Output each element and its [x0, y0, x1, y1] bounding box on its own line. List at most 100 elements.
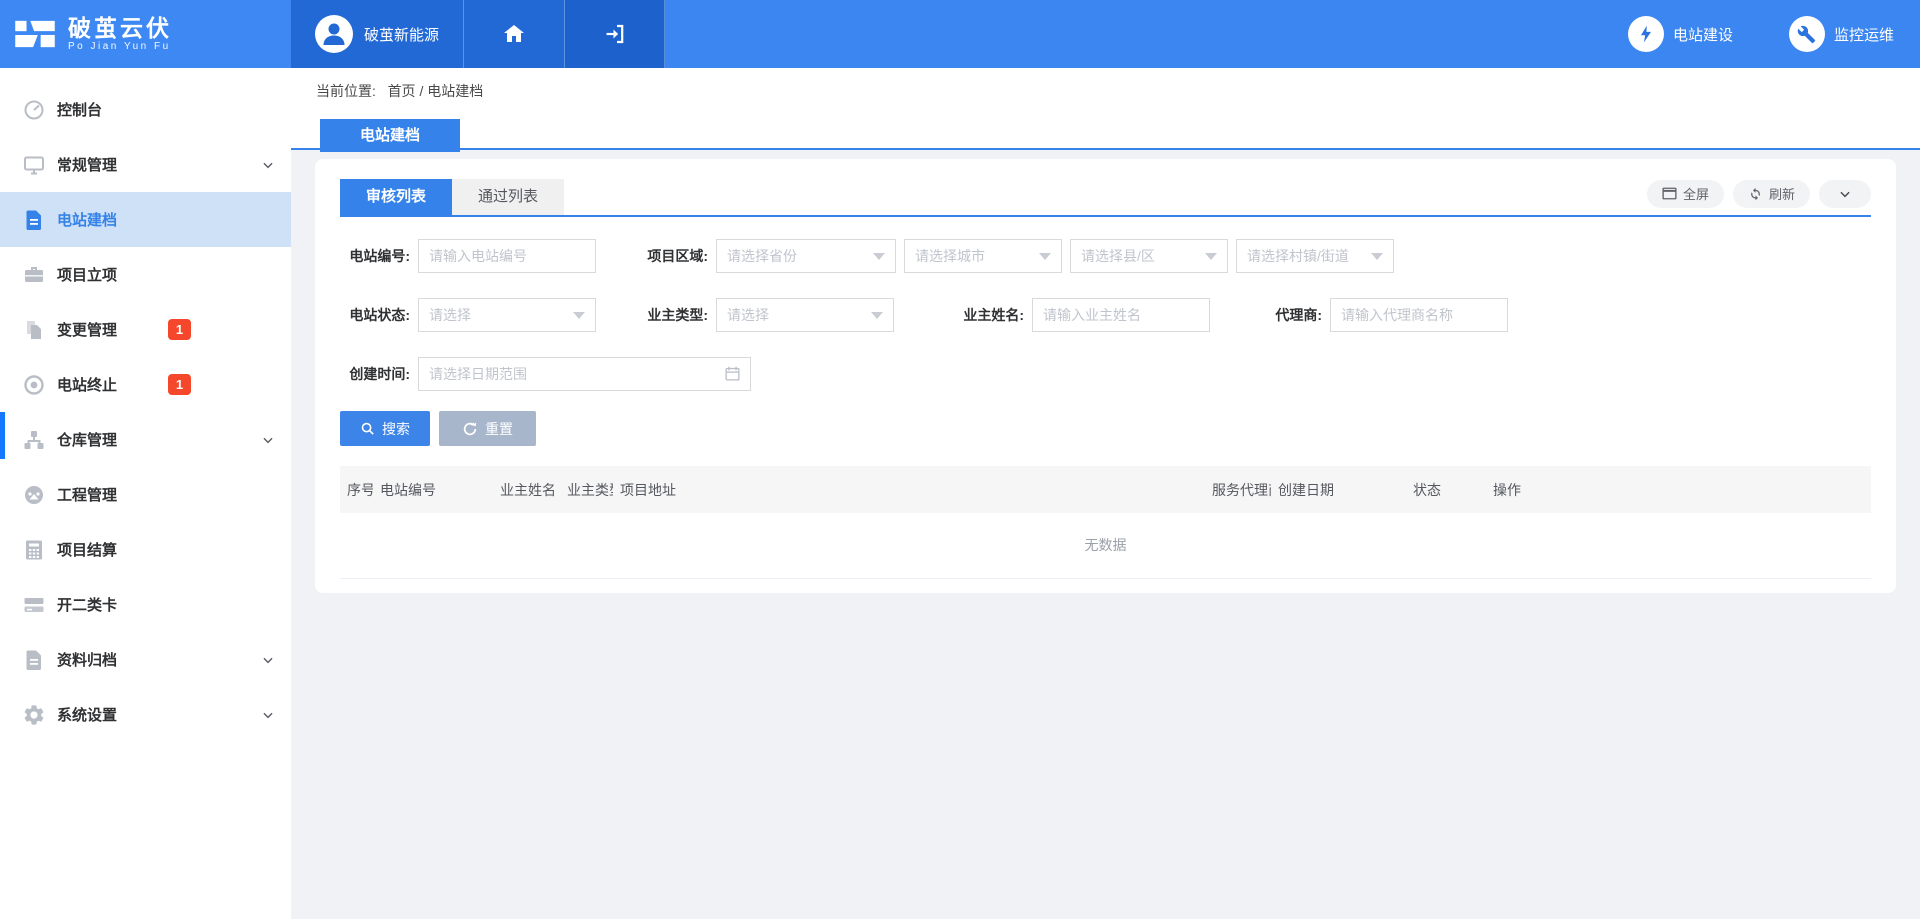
badge-count: 1	[168, 319, 191, 340]
fullscreen-button[interactable]: 全屏	[1647, 180, 1724, 208]
app-title: 破茧云伏	[68, 16, 172, 41]
sidebar-item-project-initiation[interactable]: 项目立项	[0, 247, 291, 302]
tab-review-list[interactable]: 审核列表	[340, 179, 452, 215]
pages-icon	[22, 318, 46, 342]
sidebar-item-label: 控制台	[57, 99, 102, 120]
refresh-icon	[1748, 186, 1763, 201]
sidebar-item-label: 电站建档	[57, 209, 117, 230]
sidebar-item-label: 资料归档	[57, 649, 117, 670]
sidebar-item-console[interactable]: 控制台	[0, 82, 291, 137]
caret-down-icon	[1371, 253, 1383, 260]
sidebar-item-label: 仓库管理	[57, 429, 117, 450]
archive-icon	[22, 648, 46, 672]
col-station-no: 电站编号	[373, 466, 493, 513]
sidebar-item-station-terminate[interactable]: 电站终止 1	[0, 357, 291, 412]
create-time-label: 创建时间:	[340, 364, 410, 384]
sidebar-item-warehouse-mgmt[interactable]: 仓库管理	[0, 412, 291, 467]
owner-type-label: 业主类型:	[638, 305, 708, 325]
date-range-input[interactable]	[418, 357, 751, 391]
county-select[interactable]: 请选择县/区	[1070, 239, 1228, 273]
chevron-down-icon	[261, 653, 275, 667]
search-button[interactable]: 搜索	[340, 411, 430, 446]
sidebar-item-label: 电站终止	[57, 374, 117, 395]
sidebar-item-class2-card[interactable]: 开二类卡	[0, 577, 291, 632]
fullscreen-icon	[1662, 187, 1677, 200]
owner-name-label: 业主姓名:	[954, 305, 1024, 325]
sidebar-active-indicator	[0, 412, 5, 459]
home-icon	[502, 22, 526, 46]
home-button[interactable]	[464, 0, 565, 68]
station-status-select[interactable]: 请选择	[418, 298, 596, 332]
sitemap-icon	[22, 428, 46, 452]
app-subtitle: Po Jian Yun Fu	[68, 41, 172, 52]
province-select[interactable]: 请选择省份	[716, 239, 896, 273]
tab-passed-list[interactable]: 通过列表	[452, 179, 564, 215]
caret-down-icon	[1205, 253, 1217, 260]
logo-icon	[14, 18, 56, 50]
sidebar-item-label: 系统设置	[57, 704, 117, 725]
caret-down-icon	[1039, 253, 1051, 260]
station-build-label: 电站建设	[1673, 24, 1733, 45]
fullscreen-label: 全屏	[1683, 184, 1709, 203]
col-status: 状态	[1406, 466, 1486, 513]
town-placeholder: 请选择村镇/街道	[1247, 246, 1349, 266]
calendar-icon[interactable]	[724, 365, 741, 382]
monitor-icon	[22, 153, 46, 177]
user-menu[interactable]: 破茧新能源	[291, 0, 464, 68]
owner-type-select[interactable]: 请选择	[716, 298, 894, 332]
owner-name-input[interactable]	[1032, 298, 1210, 332]
sidebar-item-label: 开二类卡	[57, 594, 117, 615]
chevron-down-icon	[261, 708, 275, 722]
status-placeholder: 请选择	[429, 305, 471, 325]
reset-button[interactable]: 重置	[439, 411, 536, 446]
station-no-input[interactable]	[418, 239, 596, 273]
col-service-agent: 服务代理商	[1205, 466, 1271, 513]
col-actions: 操作	[1486, 466, 1871, 513]
gauge-icon	[22, 483, 46, 507]
monitor-ops-label: 监控运维	[1834, 24, 1894, 45]
avatar	[315, 15, 353, 53]
station-build-link[interactable]: 电站建设	[1628, 16, 1733, 52]
agent-input[interactable]	[1330, 298, 1508, 332]
refresh-label: 刷新	[1769, 184, 1795, 203]
refresh-button[interactable]: 刷新	[1733, 180, 1810, 208]
monitor-ops-link[interactable]: 监控运维	[1789, 16, 1894, 52]
town-select[interactable]: 请选择村镇/街道	[1236, 239, 1394, 273]
reset-label: 重置	[485, 419, 513, 439]
top-header: 破茧云伏 Po Jian Yun Fu 破茧新能源	[0, 0, 1920, 68]
sidebar-item-data-archive[interactable]: 资料归档	[0, 632, 291, 687]
gear-icon	[22, 703, 46, 727]
province-placeholder: 请选择省份	[727, 246, 797, 266]
breadcrumb-strip: 当前位置: 首页 / 电站建档 电站建档	[291, 68, 1920, 150]
station-no-label: 电站编号:	[340, 246, 410, 266]
wrench-icon	[1789, 16, 1825, 52]
empty-state-text: 无数据	[340, 513, 1871, 578]
sidebar-item-change-mgmt[interactable]: 变更管理 1	[0, 302, 291, 357]
breadcrumb-path: 首页 / 电站建档	[388, 83, 484, 99]
county-placeholder: 请选择县/区	[1081, 246, 1155, 266]
col-index: 序号	[340, 466, 373, 513]
col-owner-name: 业主姓名	[493, 466, 560, 513]
calculator-icon	[22, 538, 46, 562]
sidebar-item-project-settlement[interactable]: 项目结算	[0, 522, 291, 577]
briefcase-icon	[22, 263, 46, 287]
dashboard-icon	[22, 98, 46, 122]
city-select[interactable]: 请选择城市	[904, 239, 1062, 273]
sidebar-item-system-settings[interactable]: 系统设置	[0, 687, 291, 742]
page-tab-station-archive[interactable]: 电站建档	[320, 119, 460, 152]
owner-type-placeholder: 请选择	[727, 305, 769, 325]
breadcrumb: 当前位置: 首页 / 电站建档	[291, 68, 1920, 101]
chevron-down-icon	[261, 158, 275, 172]
station-status-label: 电站状态:	[340, 305, 410, 325]
search-icon	[360, 421, 375, 436]
region-label: 项目区域:	[638, 246, 708, 266]
panel-card: 审核列表 通过列表 全屏	[315, 159, 1896, 593]
collapse-button[interactable]	[1819, 180, 1871, 208]
logout-button[interactable]	[565, 0, 665, 68]
badge-count: 1	[168, 374, 191, 395]
sidebar-item-engineering-mgmt[interactable]: 工程管理	[0, 467, 291, 522]
sidebar-item-station-archive[interactable]: 电站建档	[0, 192, 291, 247]
sidebar-item-general-mgmt[interactable]: 常规管理	[0, 137, 291, 192]
table-header-row: 序号 电站编号 业主姓名 业主类型 项目地址 服务代理商 创建日期 状态 操作	[340, 466, 1871, 513]
app-logo: 破茧云伏 Po Jian Yun Fu	[0, 0, 291, 68]
